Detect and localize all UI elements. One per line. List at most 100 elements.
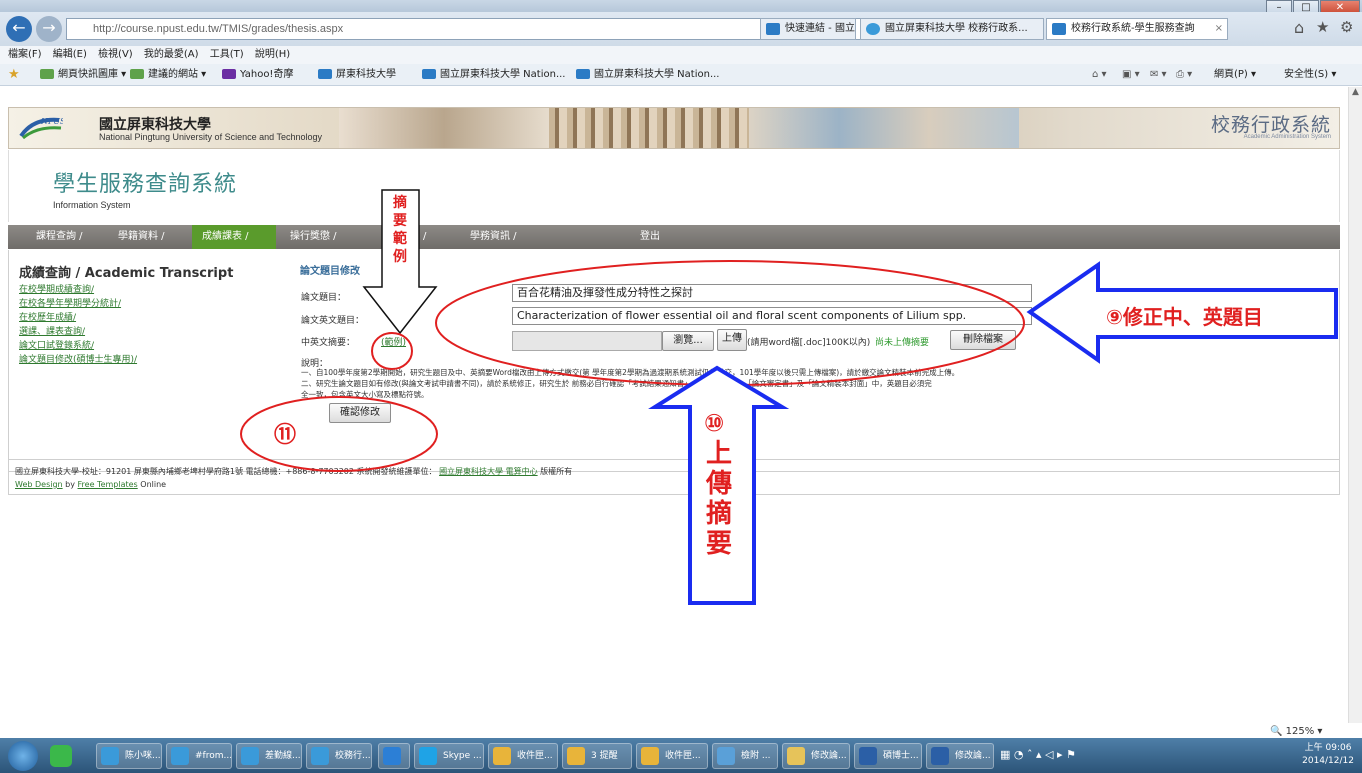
free-templates-link[interactable]: Free Templates xyxy=(78,480,138,489)
start-button-icon[interactable] xyxy=(8,741,38,771)
app-title: 學生服務查詢系統 xyxy=(53,172,238,197)
taskbar-item[interactable]: 修改論... xyxy=(782,743,850,769)
taskbar-item[interactable]: 收件匣... xyxy=(488,743,558,769)
confirm-edit-button[interactable]: 確認修改 xyxy=(329,403,391,423)
delete-file-button[interactable]: 刪除檔案 xyxy=(950,330,1016,350)
link-history-grades[interactable]: 在校歷年成績/ xyxy=(19,310,76,323)
ie-icon xyxy=(241,747,259,765)
nav-conduct[interactable]: 操行獎懲 / xyxy=(280,225,347,249)
link-course-schedule[interactable]: 選課、課表查詢/ xyxy=(19,324,85,337)
site-header: NPUST 國立屏東科技大學 National Pingtung Univers… xyxy=(8,107,1340,149)
taskbar-item[interactable]: 收件匣... xyxy=(636,743,708,769)
fav-yahoo[interactable]: Yahoo!奇摩 xyxy=(222,64,293,86)
mail-icon[interactable]: ✉ ▾ xyxy=(1150,64,1167,86)
site-footer: 國立屏東科技大學-校址：91201 屏東縣內埔鄉老埤村學府路1號 電話總機：+8… xyxy=(8,459,1340,495)
link-credit-stats[interactable]: 在校各學年學期學分統計/ xyxy=(19,296,121,309)
fav-npust[interactable]: 屏東科技大學 xyxy=(318,64,396,86)
tab-quick-links-visible[interactable]: 快速連結 - 國立屏東科技大學 xyxy=(760,18,856,40)
nav-course-query[interactable]: 課程查詢 / xyxy=(26,225,93,249)
menu-view[interactable]: 檢視(V) xyxy=(98,49,133,60)
link-semester-grades[interactable]: 在校學期成績查詢/ xyxy=(19,282,94,295)
taskbar-label: 校務行... xyxy=(335,751,371,761)
safety-menu[interactable]: 安全性(S) ▾ xyxy=(1284,64,1336,86)
favorites-star-icon[interactable]: ★ xyxy=(8,64,20,86)
ie-icon xyxy=(171,747,189,765)
home-icon[interactable]: ⌂ ▾ xyxy=(1092,64,1107,86)
settings-gear-icon[interactable]: ⚙ xyxy=(1340,18,1353,36)
nav-hidden-2[interactable] xyxy=(544,225,564,249)
school-name-en: National Pingtung University of Science … xyxy=(99,132,322,142)
npust-icon xyxy=(422,69,436,79)
nav-grades[interactable]: 成績課表 / xyxy=(192,225,276,249)
reminder-icon xyxy=(567,747,585,765)
fav-npust-nation-2[interactable]: 國立屏東科技大學 Nation... xyxy=(576,64,719,86)
nav-logout[interactable]: 登出 xyxy=(630,225,670,249)
taskbar-item[interactable]: 陈小咪... xyxy=(96,743,162,769)
line-app-icon[interactable] xyxy=(50,745,72,767)
outlook-icon xyxy=(493,747,511,765)
outlook-icon xyxy=(641,747,659,765)
taskbar-item[interactable]: 修改論... xyxy=(926,743,994,769)
fav-suggested[interactable]: 建議的網站 ▾ xyxy=(130,64,206,86)
page-scrollbar[interactable]: ▲ xyxy=(1348,87,1362,723)
menu-edit[interactable]: 編輯(E) xyxy=(53,49,87,60)
zoom-level[interactable]: 🔍 125% ▾ xyxy=(1270,726,1322,737)
confirm-number-label: ⑪ xyxy=(274,423,297,448)
browse-button[interactable]: 瀏覽... xyxy=(662,331,714,351)
tab-student-service[interactable]: 校務行政系統-學生服務查詢 × xyxy=(1046,18,1228,40)
label-abstract: 中英文摘要： xyxy=(301,338,356,348)
link-thesis-title-edit[interactable]: 論文題目修改(碩博士生專用)/ xyxy=(19,352,137,365)
taskbar-label: 修改論... xyxy=(955,751,991,761)
fav-web-slices[interactable]: 網頁快訊圖庫 ▾ xyxy=(40,64,126,86)
file-path-input[interactable] xyxy=(512,331,662,351)
fav-label: 網頁快訊圖庫 ▾ xyxy=(58,69,127,80)
tab-label: 國立屏東科技大學 校務行政系... xyxy=(885,23,1028,34)
npust-logo-icon: NPUST xyxy=(19,117,63,140)
web-design-link[interactable]: Web Design xyxy=(15,480,63,489)
taskbar-item[interactable]: 碩博士... xyxy=(854,743,922,769)
feeds-icon[interactable]: ▣ ▾ xyxy=(1122,64,1140,86)
tab-close-icon[interactable]: × xyxy=(1215,19,1223,39)
nav-student-affairs[interactable]: 學務資訊 / xyxy=(460,225,527,249)
taskbar-item[interactable]: 3 提醒 xyxy=(562,743,632,769)
forward-icon[interactable]: → xyxy=(36,16,62,42)
scroll-up-icon[interactable]: ▲ xyxy=(1349,87,1362,97)
taskbar-item[interactable] xyxy=(378,743,410,769)
header-photo xyxy=(339,108,549,148)
sample-char: 摘 xyxy=(393,195,407,211)
upload-button[interactable]: 上傳 xyxy=(717,329,747,351)
taskbar: 陈小咪... #from... 差勤線... 校務行... Skype ... … xyxy=(0,738,1362,773)
fav-npust-nation-1[interactable]: 國立屏東科技大學 Nation... xyxy=(422,64,565,86)
home-icon[interactable]: ⌂ xyxy=(1294,18,1304,37)
clock[interactable]: 上午 09:06 2014/12/12 xyxy=(1302,742,1354,768)
page-menu[interactable]: 網頁(P) ▾ xyxy=(1214,64,1256,86)
favorites-star-icon[interactable]: ★ xyxy=(1316,18,1329,36)
upload-status: 尚未上傳摘要 xyxy=(875,338,930,348)
link-oral-exam[interactable]: 論文口試登錄系統/ xyxy=(19,338,94,351)
sample-link[interactable]: (範例) xyxy=(381,338,406,348)
thesis-title-input[interactable]: 百合花精油及揮發性成分特性之探討 xyxy=(512,284,1032,302)
taskbar-label: 碩博士... xyxy=(883,751,919,761)
taskbar-item[interactable]: Skype ... xyxy=(414,743,484,769)
print-icon[interactable]: ⎙ ▾ xyxy=(1176,64,1192,86)
system-tray[interactable]: ▦ ◔ ˆ ▴ ◁ ▸ ⚑ xyxy=(1000,748,1076,761)
note-line: 二、研究生論文題目如有修改(與論文考試申請書不同)，請於系統修正，研究生於 前務… xyxy=(301,379,932,388)
menu-file[interactable]: 檔案(F) xyxy=(8,49,42,60)
menu-favorites[interactable]: 我的最愛(A) xyxy=(144,49,199,60)
menu-help[interactable]: 說明(H) xyxy=(255,49,290,60)
thesis-en-title-input[interactable]: Characterization of flower essential oil… xyxy=(512,307,1032,325)
taskbar-item[interactable]: 檢附 ... xyxy=(712,743,778,769)
footer-computer-center-link[interactable]: 國立屏東科技大學 電算中心 xyxy=(439,467,538,476)
taskbar-item[interactable]: 差勤線... xyxy=(236,743,302,769)
label-thesis-title: 論文題目： xyxy=(301,293,347,303)
menu-tools[interactable]: 工具(T) xyxy=(210,49,244,60)
taskbar-label: 差勤線... xyxy=(265,751,301,761)
tab-admin[interactable]: 國立屏東科技大學 校務行政系... xyxy=(860,18,1044,40)
back-icon[interactable]: ← xyxy=(6,16,32,42)
upload-char: 摘 xyxy=(705,499,732,529)
nav-hidden[interactable]: / xyxy=(413,225,436,249)
taskbar-item[interactable]: #from... xyxy=(166,743,232,769)
footer-line-2: Web Design by Free Templates Online xyxy=(15,480,166,489)
taskbar-item[interactable]: 校務行... xyxy=(306,743,372,769)
nav-student-records[interactable]: 學籍資料 / xyxy=(108,225,175,249)
